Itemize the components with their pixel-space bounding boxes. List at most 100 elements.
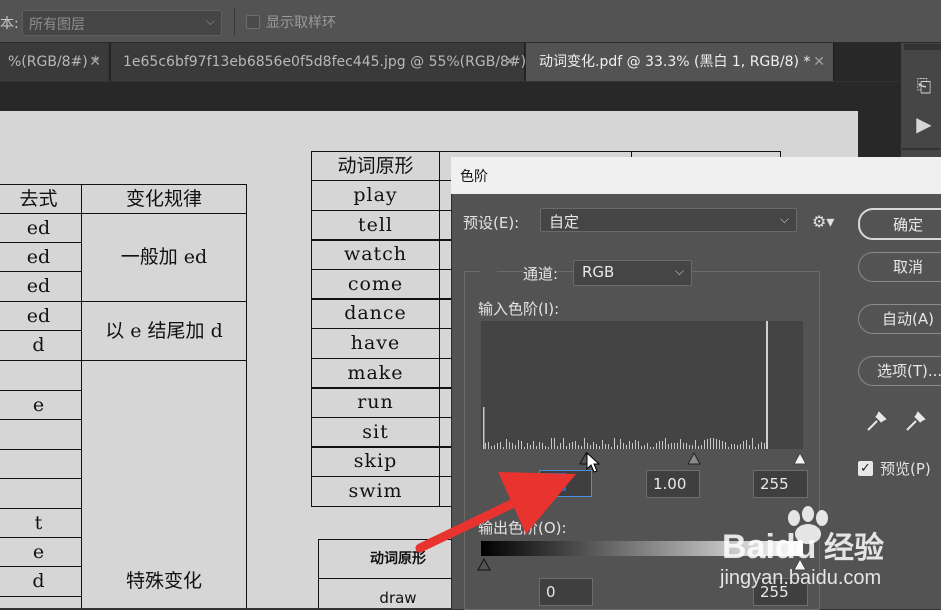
- input-black-field[interactable]: 82: [539, 470, 592, 497]
- histogram-bar: [725, 442, 726, 449]
- histogram-bar: [638, 441, 639, 449]
- chevron-down-icon: ⌵: [205, 14, 215, 28]
- preset-label: 预设(E):: [463, 214, 520, 232]
- cancel-button[interactable]: 取消: [858, 252, 941, 282]
- watermark-url: jingyan.baidu.com: [719, 567, 881, 589]
- options-button[interactable]: 选项(T)...: [858, 356, 941, 386]
- document-tab-3-active[interactable]: 动词变化.pdf @ 33.3% (黑白 1, RGB/8) * ✕: [526, 43, 834, 81]
- histogram-bar: [521, 441, 522, 449]
- preview-label: 预览(P): [880, 460, 931, 478]
- table-header-past: 去式: [0, 184, 82, 214]
- histogram-graph: [483, 321, 768, 449]
- past-cell: [0, 360, 82, 391]
- preset-value: 自定: [549, 213, 580, 231]
- tab-label: 1e65c6bf97f13eb6856e0f5d8fec445.jpg @ 55…: [123, 54, 527, 70]
- histogram-bar: [743, 441, 744, 449]
- history-icon[interactable]: ⎗: [912, 76, 936, 102]
- tab-label: 动词变化.pdf @ 33.3% (黑白 1, RGB/8) *: [539, 54, 811, 70]
- past-cell: [0, 449, 82, 479]
- histogram-bar: [665, 438, 666, 449]
- input-gamma-field[interactable]: 1.00: [646, 470, 700, 498]
- output-black-slider[interactable]: [477, 557, 491, 571]
- histogram-bar: [533, 441, 534, 449]
- layers-sample-select[interactable]: 所有图层 ⌵: [22, 10, 222, 36]
- options-label-partial: 本:: [0, 16, 19, 32]
- close-icon[interactable]: ✕: [813, 43, 825, 81]
- histogram-bar: [713, 438, 714, 449]
- verb-cell: come: [311, 269, 440, 300]
- histogram-bar: [746, 440, 747, 449]
- histogram-bar: [635, 440, 636, 449]
- show-sampling-ring-checkbox[interactable]: [246, 15, 260, 29]
- histogram-bar: [509, 442, 510, 449]
- verb-cell: tell: [311, 210, 440, 241]
- close-icon[interactable]: ✕: [504, 43, 516, 81]
- document-tab-2[interactable]: 1e65c6bf97f13eb6856e0f5d8fec445.jpg @ 55…: [111, 43, 527, 81]
- past-cell: [0, 419, 82, 450]
- histogram-bar: [614, 438, 615, 449]
- histogram-bar: [506, 439, 507, 449]
- verb-cell: watch: [311, 239, 440, 270]
- histogram-bar: [722, 441, 723, 449]
- histogram-bar: [704, 440, 705, 449]
- panel-divider: [902, 148, 940, 150]
- options-separator: [234, 8, 235, 36]
- gear-icon[interactable]: ⚙▾: [812, 212, 834, 231]
- histogram-bar: [710, 438, 711, 449]
- histogram: [481, 321, 803, 449]
- channel-label: 通道:: [523, 263, 559, 284]
- options-bar: 本: 所有图层 ⌵ 显示取样环: [0, 0, 941, 43]
- document-tab-1[interactable]: %(RGB/8#) * ✕: [0, 43, 110, 81]
- ok-button[interactable]: 确定: [858, 208, 941, 240]
- eyedropper-icon[interactable]: [864, 410, 888, 434]
- tab-label: %(RGB/8#) *: [8, 54, 100, 70]
- histogram-bar: [593, 442, 594, 449]
- close-icon[interactable]: ✕: [89, 43, 101, 81]
- channel-label-bg: [480, 263, 497, 281]
- watermark-brand-cn: 经验: [824, 531, 884, 566]
- histogram-bar: [752, 438, 753, 449]
- document-tab-bar: %(RGB/8#) * ✕ 1e65c6bf97f13eb6856e0f5d8f…: [0, 43, 900, 81]
- histogram-bar: [707, 439, 708, 449]
- histogram-bar: [572, 442, 573, 449]
- preset-select[interactable]: 自定 ⌵: [540, 208, 797, 232]
- verb-cell: have: [311, 328, 440, 359]
- past-cell: ed: [0, 242, 82, 272]
- eyedropper-icon[interactable]: [903, 410, 927, 434]
- rule-cell-e-end: 以 e 结尾加 d: [81, 301, 247, 361]
- verb-cell: run: [311, 387, 440, 418]
- histogram-bar: [695, 440, 696, 449]
- past-cell: e: [0, 390, 82, 420]
- histogram-bar: [575, 441, 576, 449]
- panel-grip[interactable]: [904, 44, 941, 50]
- histogram-bar: [488, 442, 489, 449]
- mouse-cursor-icon: [586, 452, 601, 473]
- input-gamma-slider[interactable]: [687, 451, 701, 465]
- histogram-bar: [761, 442, 762, 449]
- histogram-bar: [551, 438, 552, 449]
- rule-cell-special: 特殊变化: [81, 360, 247, 608]
- histogram-bar: [662, 441, 663, 449]
- output-black-field[interactable]: 0: [539, 578, 593, 606]
- histogram-bar: [719, 440, 720, 449]
- input-white-field[interactable]: 255: [753, 470, 808, 498]
- histogram-bar: [554, 438, 555, 449]
- verb-cell: dance: [311, 298, 440, 329]
- table-header-rule: 变化规律: [81, 184, 247, 214]
- rule-cell-general: 一般加 ed: [81, 213, 247, 302]
- auto-button[interactable]: 自动(A): [858, 304, 941, 334]
- past-cell: e: [0, 537, 82, 567]
- chevron-down-icon: ⌵: [779, 212, 789, 226]
- preview-checkbox[interactable]: ✓: [858, 461, 873, 476]
- levels-dialog-titlebar[interactable]: 色阶: [451, 157, 941, 194]
- histogram-bar: [620, 439, 621, 449]
- past-cell: ed: [0, 301, 82, 331]
- histogram-bar: [518, 440, 519, 449]
- channel-select[interactable]: RGB ⌵: [573, 260, 692, 286]
- input-white-slider[interactable]: [793, 451, 807, 465]
- input-slider-track[interactable]: [476, 449, 810, 467]
- play-icon[interactable]: ▶: [912, 112, 936, 138]
- histogram-bar: [602, 440, 603, 449]
- past-cell: ed: [0, 271, 82, 302]
- past-cell: t: [0, 508, 82, 538]
